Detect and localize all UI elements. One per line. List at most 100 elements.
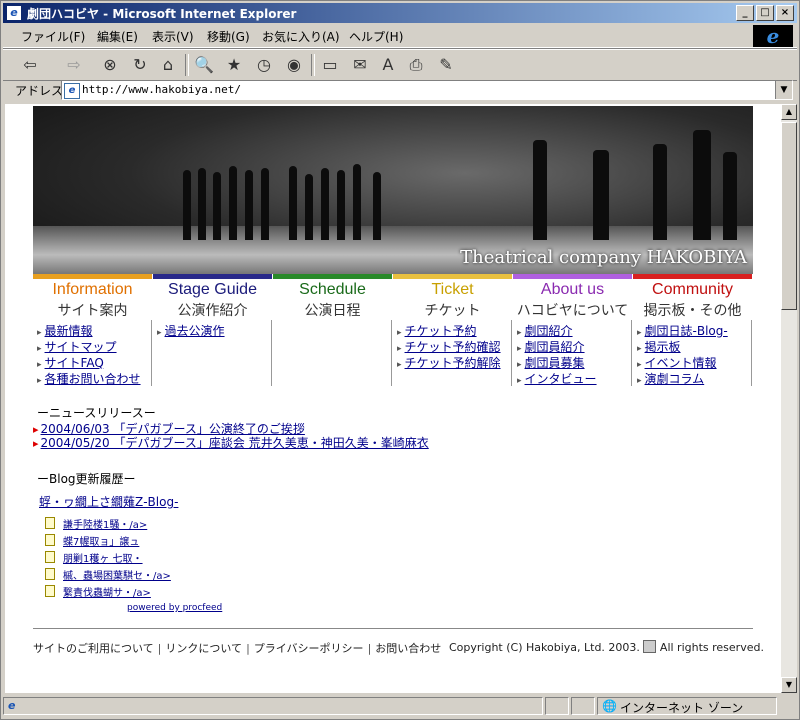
address-input[interactable]: e http://www.hakobiya.net/ ▼ [61,80,793,100]
nav-bar [153,274,272,279]
nav-link[interactable]: 演劇コラム [637,372,752,388]
toolbar: ⇦ ⇨ ⊗ ↻ ⌂ 🔍 ★ ◷ ◉ ▭ ✉ A ⎙ ✎ [3,49,797,81]
nav-information: Information サイト案内 最新情報 サイトマップ サイトFAQ 各種お… [33,274,152,390]
nav-bar [33,274,152,279]
footer-link-privacy[interactable]: プライバシーポリシー [254,642,364,655]
copyright-text: Copyright (C) Hakobiya, Ltd. 2003. [449,641,640,654]
page-icon: e [64,83,80,99]
nav-title-en[interactable]: Ticket [393,281,512,299]
address-label: アドレス [15,84,64,98]
nav-link[interactable]: 劇団員募集 [517,356,632,372]
nav-link[interactable]: 最新情報 [37,324,152,340]
browser-window: e 劇団ハコビヤ - Microsoft Internet Explorer _… [0,0,800,720]
stop-icon[interactable]: ⊗ [99,54,121,76]
nav-link[interactable]: 劇団紹介 [517,324,632,340]
globe-icon: 🌐 [602,699,617,713]
edit-icon[interactable]: ✎ [435,54,457,76]
nav-title-en[interactable]: Community [633,281,752,299]
footer-link-terms[interactable]: サイトのご利用について [33,642,154,655]
menu-bar: ファイル(F) 編集(E) 表示(V) 移動(G) お気に入り(A) ヘルプ(H… [3,25,797,48]
menu-file[interactable]: ファイル(F) [21,28,85,45]
nav-stage-guide: Stage Guide 公演作紹介 過去公演作 [153,274,272,390]
hero-photo: Theatrical company HAKOBIYA [33,106,753,274]
vertical-scrollbar[interactable]: ▲ ▼ [781,104,797,693]
nav-link[interactable]: チケット予約確認 [397,340,512,356]
nav-title-jp: 掲示板・その他 [643,303,742,319]
font-icon[interactable]: A [377,54,399,76]
scroll-up-icon[interactable]: ▲ [781,104,797,120]
footer-link-links[interactable]: リンクについて [165,642,242,655]
ie-status-icon: e [8,699,16,712]
blog-item[interactable]: 謙手陸楼1騒・/a> [45,516,147,531]
nav-title-jp: チケット [424,303,481,319]
nav-link[interactable]: チケット予約解除 [397,356,512,372]
blog-title-link[interactable]: 蜉・ヮ繝上さ繝薙Ζ-Blog- [39,493,178,510]
maximize-button[interactable]: □ [756,5,774,21]
scroll-thumb[interactable] [781,122,797,310]
channels-icon[interactable]: ◉ [283,54,305,76]
ie-page-icon: e [7,6,21,20]
favorites-icon[interactable]: ★ [223,54,245,76]
search-icon[interactable]: 🔍 [193,54,215,76]
nav-link[interactable]: 劇団日誌-Blog- [637,324,752,340]
nav-title-en[interactable]: Stage Guide [153,281,272,299]
close-button[interactable]: × [776,5,794,21]
address-bar: アドレス e http://www.hakobiya.net/ ▼ [3,79,797,101]
blog-item[interactable]: 蝶7幄取ョ」譲ュ [45,533,139,548]
nav-link[interactable]: サイトFAQ [37,356,152,372]
nav-title-jp: ハコビヤについて [516,303,629,319]
main-navigation: Information サイト案内 最新情報 サイトマップ サイトFAQ 各種お… [33,274,753,390]
nav-title-jp: 公演作紹介 [177,303,248,319]
nav-link[interactable]: サイトマップ [37,340,152,356]
menu-view[interactable]: 表示(V) [152,28,194,45]
minimize-button[interactable]: _ [736,5,754,21]
nav-title-jp: 公演日程 [304,303,361,319]
title-bar[interactable]: e 劇団ハコビヤ - Microsoft Internet Explorer _… [3,3,797,23]
news-item[interactable]: 2004/05/20 「デパガブース」座談会 荒井久美恵・神田久美・峯崎麻衣 [33,434,429,451]
history-icon[interactable]: ◷ [253,54,275,76]
menu-edit[interactable]: 編集(E) [97,28,138,45]
nav-title-en[interactable]: Schedule [273,281,392,299]
nav-link[interactable]: 過去公演作 [157,324,272,340]
menu-favorites[interactable]: お気に入り(A) [262,28,340,45]
document-icon [45,551,55,563]
nav-schedule: Schedule 公演日程 [273,274,392,390]
blog-item[interactable]: 朋剿1穫ヶ 七取・ [45,550,143,565]
document-icon [45,517,55,529]
footer-divider [33,628,753,629]
nav-link[interactable]: 掲示板 [637,340,752,356]
menu-go[interactable]: 移動(G) [207,28,250,45]
nav-link[interactable]: インタビュー [517,372,632,388]
forward-icon[interactable]: ⇨ [63,54,85,76]
hero-caption: Theatrical company HAKOBIYA [460,247,747,268]
status-zone: 🌐 インターネット ゾーン [597,697,777,715]
nav-link[interactable]: イベント情報 [637,356,752,372]
fullscreen-icon[interactable]: ▭ [319,54,341,76]
nav-title-en[interactable]: Information [33,281,152,299]
blog-item[interactable]: 槭、蟲場困葉騏セ・/a> [45,567,171,582]
print-icon[interactable]: ⎙ [405,54,427,76]
document-icon [45,585,55,597]
blog-item[interactable]: 繋責伐蟲蝴サ・/a> [45,584,151,599]
footer-link-contact[interactable]: お問い合わせ [375,642,441,655]
footer-links: サイトのご利用について | リンクについて | プライバシーポリシー | お問い合わせ [33,642,442,655]
menu-help[interactable]: ヘルプ(H) [349,28,403,45]
back-icon[interactable]: ⇦ [19,54,41,76]
nav-bar [393,274,512,279]
powered-by-link[interactable]: powered by procfeed [127,603,222,613]
document-icon [45,568,55,580]
nav-link[interactable]: 各種お問い合わせ [37,372,152,388]
nav-link[interactable]: 劇団員紹介 [517,340,632,356]
refresh-icon[interactable]: ↻ [129,54,151,76]
address-url[interactable]: http://www.hakobiya.net/ [82,83,241,96]
nav-title-en[interactable]: About us [513,281,632,299]
nav-ticket: Ticket チケット チケット予約 チケット予約確認 チケット予約解除 [393,274,512,390]
document-icon [45,534,55,546]
nav-bar [273,274,392,279]
nav-link[interactable]: チケット予約 [397,324,512,340]
mail-icon[interactable]: ✉ [349,54,371,76]
home-icon[interactable]: ⌂ [157,54,179,76]
address-dropdown-icon[interactable]: ▼ [775,81,792,99]
status-main: e [3,697,543,715]
scroll-down-icon[interactable]: ▼ [781,677,797,693]
